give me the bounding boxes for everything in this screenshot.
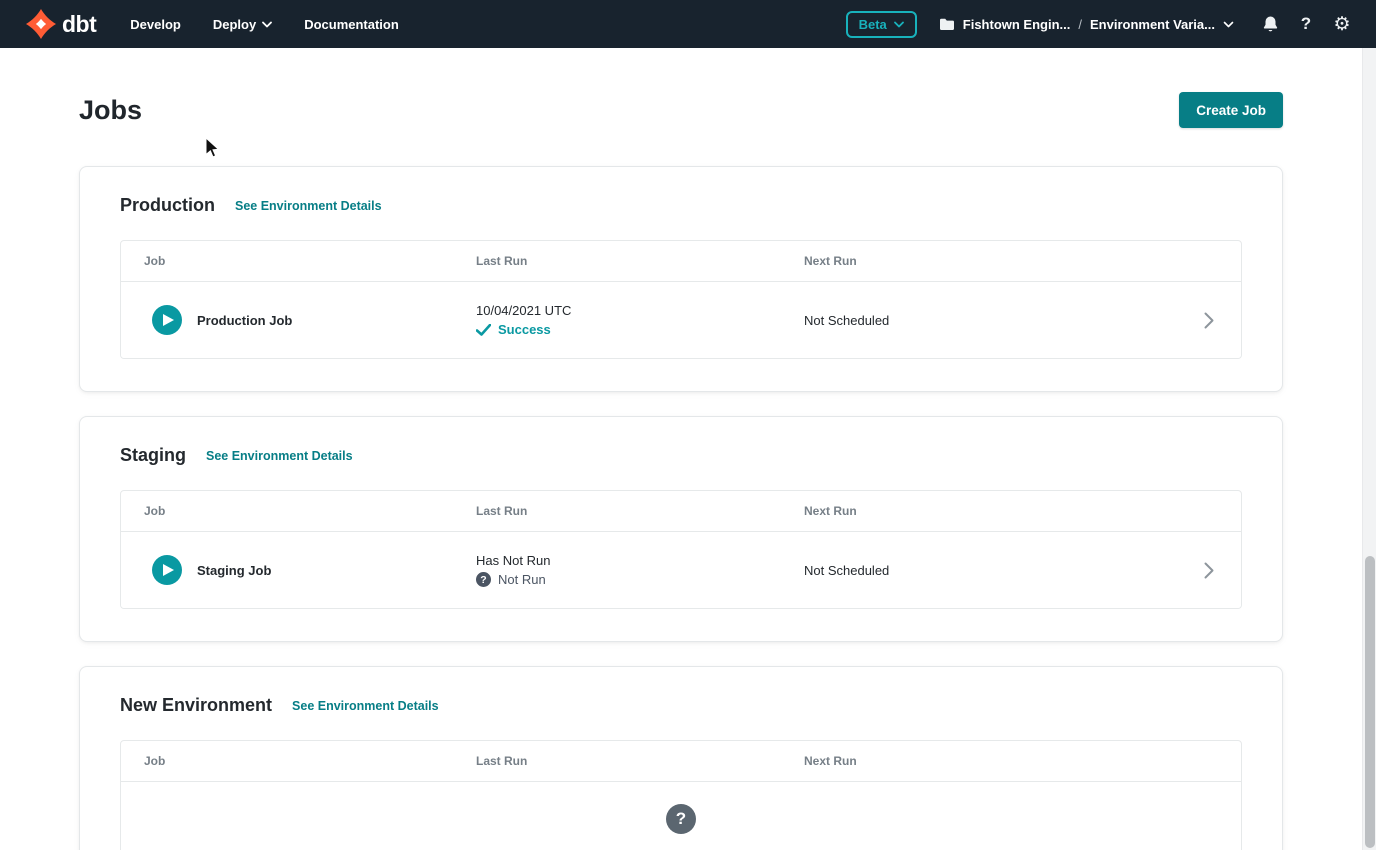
jobs-table: Job Last Run Next Run ?	[120, 740, 1242, 850]
dbt-logo-icon	[26, 9, 56, 39]
column-header-job: Job	[121, 254, 476, 268]
bell-icon[interactable]	[1260, 14, 1280, 34]
last-run-status: ? Not Run	[476, 572, 804, 587]
nav-develop[interactable]: Develop	[130, 17, 181, 32]
environment-name: Production	[120, 195, 215, 216]
chevron-down-icon	[262, 21, 272, 28]
environment-header: Production See Environment Details	[120, 195, 1242, 216]
job-row-staging[interactable]: Staging Job Has Not Run ? Not Run Not Sc…	[121, 531, 1241, 608]
jobs-table: Job Last Run Next Run Production Job	[120, 240, 1242, 359]
column-header-next-run: Next Run	[804, 754, 1177, 768]
nav-documentation[interactable]: Documentation	[304, 17, 399, 32]
primary-nav: Develop Deploy Documentation	[130, 17, 399, 32]
column-header-last-run: Last Run	[476, 254, 804, 268]
chevron-down-icon	[894, 21, 904, 28]
breadcrumb-current[interactable]: Environment Varia...	[1090, 17, 1215, 32]
create-job-button[interactable]: Create Job	[1179, 92, 1283, 128]
last-run-date: 10/04/2021 UTC	[476, 303, 804, 318]
job-name[interactable]: Production Job	[197, 313, 292, 328]
environment-card-staging: Staging See Environment Details Job Last…	[79, 416, 1283, 642]
jobs-table-header: Job Last Run Next Run	[121, 741, 1241, 781]
page-header: Jobs Create Job	[79, 92, 1283, 128]
question-glyph: ?	[676, 809, 686, 829]
chevron-right-icon[interactable]	[1177, 312, 1241, 329]
scrollbar-thumb[interactable]	[1365, 556, 1375, 848]
last-run-status: Success	[476, 322, 804, 337]
environment-card-new-environment: New Environment See Environment Details …	[79, 666, 1283, 850]
empty-jobs-state: ?	[121, 781, 1241, 850]
job-row-production[interactable]: Production Job 10/04/2021 UTC Success	[121, 281, 1241, 358]
column-header-next-run: Next Run	[804, 504, 1177, 518]
breadcrumb-separator: /	[1078, 17, 1082, 32]
breadcrumb-project[interactable]: Fishtown Engin...	[963, 17, 1071, 32]
beta-label: Beta	[859, 17, 887, 32]
nav-deploy-label: Deploy	[213, 17, 256, 32]
dbt-brand-text: dbt	[62, 11, 96, 38]
column-header-last-run: Last Run	[476, 754, 804, 768]
run-job-button[interactable]	[152, 305, 182, 335]
environment-header: Staging See Environment Details	[120, 445, 1242, 466]
gear-glyph: ⚙	[1333, 15, 1350, 34]
column-header-last-run: Last Run	[476, 504, 804, 518]
help-glyph: ?	[1301, 14, 1311, 34]
jobs-table: Job Last Run Next Run Staging Job	[120, 490, 1242, 609]
environment-name: Staging	[120, 445, 186, 466]
question-glyph: ?	[480, 574, 486, 586]
jobs-table-header: Job Last Run Next Run	[121, 241, 1241, 281]
question-circle-icon: ?	[666, 804, 696, 834]
nav-icon-group: ? ⚙	[1260, 14, 1352, 34]
see-environment-details-link[interactable]: See Environment Details	[292, 699, 439, 713]
vertical-scrollbar[interactable]	[1362, 48, 1376, 850]
last-run-cell: 10/04/2021 UTC Success	[476, 303, 804, 337]
status-label: Not Run	[498, 572, 546, 587]
jobs-table-header: Job Last Run Next Run	[121, 491, 1241, 531]
dbt-logo[interactable]: dbt	[26, 9, 96, 39]
last-run-cell: Has Not Run ? Not Run	[476, 553, 804, 587]
see-environment-details-link[interactable]: See Environment Details	[235, 199, 382, 213]
chevron-down-icon	[1223, 21, 1234, 28]
environment-header: New Environment See Environment Details	[120, 695, 1242, 716]
page-title: Jobs	[79, 95, 142, 126]
check-icon	[476, 324, 491, 336]
top-navigation-bar: dbt Develop Deploy Documentation Beta Fi…	[0, 0, 1376, 48]
environment-card-production: Production See Environment Details Job L…	[79, 166, 1283, 392]
last-run-date: Has Not Run	[476, 553, 804, 568]
job-name[interactable]: Staging Job	[197, 563, 271, 578]
environment-name: New Environment	[120, 695, 272, 716]
app-viewport: dbt Develop Deploy Documentation Beta Fi…	[0, 0, 1376, 850]
next-run-cell: Not Scheduled	[804, 563, 1177, 578]
folder-icon	[939, 18, 955, 31]
chevron-right-icon[interactable]	[1177, 562, 1241, 579]
jobs-page: Jobs Create Job Production See Environme…	[0, 48, 1362, 850]
next-run-cell: Not Scheduled	[804, 313, 1177, 328]
nav-deploy[interactable]: Deploy	[213, 17, 272, 32]
column-header-job: Job	[121, 754, 476, 768]
column-header-job: Job	[121, 504, 476, 518]
beta-badge[interactable]: Beta	[846, 11, 917, 38]
question-circle-icon: ?	[476, 572, 491, 587]
column-header-next-run: Next Run	[804, 254, 1177, 268]
run-job-button[interactable]	[152, 555, 182, 585]
see-environment-details-link[interactable]: See Environment Details	[206, 449, 353, 463]
help-icon[interactable]: ?	[1296, 14, 1316, 34]
gear-icon[interactable]: ⚙	[1332, 14, 1352, 34]
breadcrumb[interactable]: Fishtown Engin... / Environment Varia...	[939, 17, 1234, 32]
status-label: Success	[498, 322, 551, 337]
